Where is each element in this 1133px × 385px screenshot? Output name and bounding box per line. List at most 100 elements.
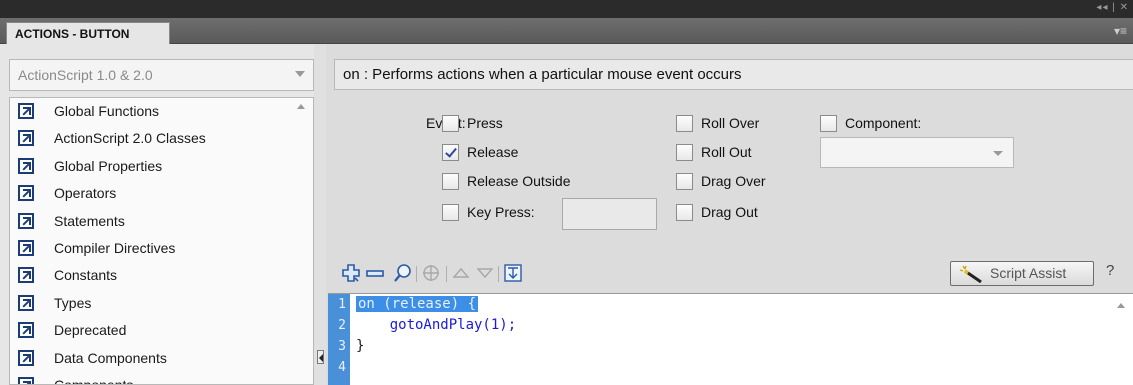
- tree-item-compiler-directives[interactable]: Compiler Directives: [10, 235, 313, 262]
- line-number: 2: [338, 318, 346, 333]
- tree-item-types[interactable]: Types: [10, 290, 313, 317]
- checkbox-label: Key Press:: [467, 204, 535, 220]
- book-icon: [18, 103, 34, 119]
- script-pane: on : Performs actions when a particular …: [326, 44, 1133, 385]
- checkbox-box[interactable]: [442, 115, 459, 132]
- move-down-icon[interactable]: [474, 262, 496, 284]
- checkbox-label: Release: [467, 144, 519, 160]
- tree-item-as2-classes[interactable]: ActionScript 2.0 Classes: [10, 125, 313, 152]
- find-icon[interactable]: [392, 262, 414, 284]
- checkbox-box[interactable]: [820, 115, 837, 132]
- tree-item-label: Statements: [54, 212, 125, 229]
- tree-item-label: Components: [54, 376, 134, 385]
- tree-item-global-functions[interactable]: Global Functions: [10, 98, 313, 125]
- checkbox-label: Drag Over: [701, 173, 766, 189]
- chevron-down-icon: [993, 151, 1003, 156]
- panel-splitter[interactable]: [314, 44, 326, 385]
- magic-wand-icon: [959, 265, 983, 286]
- event-drag-out-checkbox[interactable]: Drag Out: [676, 203, 758, 223]
- event-release-outside-checkbox[interactable]: Release Outside: [442, 172, 571, 192]
- selected-code: on (release) {: [356, 296, 479, 312]
- code-line-selected[interactable]: on (release) {: [356, 294, 479, 315]
- book-icon: [18, 130, 34, 147]
- event-press-checkbox[interactable]: Press: [442, 114, 503, 134]
- tab-actions-button[interactable]: ACTIONS - BUTTON: [6, 22, 170, 44]
- remove-statement-icon[interactable]: [364, 262, 386, 284]
- move-up-icon[interactable]: [450, 262, 472, 284]
- tree-item-label: ActionScript 2.0 Classes: [54, 130, 206, 147]
- component-select[interactable]: [820, 137, 1014, 168]
- tree-item-deprecated[interactable]: Deprecated: [10, 317, 313, 344]
- scroll-up-icon[interactable]: [1117, 303, 1125, 308]
- checkbox-box[interactable]: [676, 115, 693, 132]
- book-icon: [18, 349, 34, 366]
- tree-item-data-components[interactable]: Data Components: [10, 345, 313, 372]
- checkbox-label: Press: [467, 115, 503, 131]
- tree-item-label: Constants: [54, 267, 118, 284]
- panel-tabstrip: ACTIONS - BUTTON ▾≡: [0, 18, 1133, 44]
- action-description: on : Performs actions when a particular …: [334, 59, 1133, 90]
- book-icon: [18, 185, 34, 202]
- checkbox-box-checked[interactable]: [442, 144, 459, 161]
- add-statement-icon[interactable]: [340, 262, 362, 284]
- line-number: 1: [338, 297, 346, 312]
- tree-item-global-properties[interactable]: Global Properties: [10, 153, 313, 180]
- actionscript-version-select[interactable]: ActionScript 1.0 & 2.0: [9, 59, 314, 91]
- event-roll-out-checkbox[interactable]: Roll Out: [676, 143, 752, 163]
- book-icon: [18, 239, 34, 256]
- book-icon: [18, 294, 34, 311]
- tree-item-label: Global Properties: [54, 157, 163, 174]
- book-icon: [18, 376, 34, 384]
- script-assist-button[interactable]: Script Assist: [950, 261, 1094, 286]
- book-icon: [18, 212, 34, 229]
- script-assist-label: Script Assist: [990, 265, 1067, 281]
- code-line[interactable]: }: [356, 336, 364, 357]
- checkbox-label: Release Outside: [467, 173, 571, 189]
- tree-item-label: Data Components: [54, 349, 167, 366]
- tree-item-operators[interactable]: Operators: [10, 180, 313, 207]
- version-select-value: ActionScript 1.0 & 2.0: [18, 67, 153, 83]
- event-release-checkbox[interactable]: Release: [442, 143, 518, 163]
- actions-toolbox: ActionScript 1.0 & 2.0 Global Functions …: [0, 44, 326, 385]
- checkbox-label: Component:: [845, 115, 922, 131]
- help-icon[interactable]: ?: [1106, 262, 1124, 280]
- code-editor[interactable]: 1 2 3 4 on (release) { gotoAndPlay(1); }: [328, 293, 1133, 385]
- line-number: 4: [338, 360, 346, 375]
- book-icon: [18, 322, 34, 339]
- toolbar-separator: [498, 266, 499, 282]
- tree-item-components[interactable]: Components: [10, 372, 313, 385]
- checkbox-box[interactable]: [676, 204, 693, 221]
- toolbar-separator: [416, 266, 417, 282]
- tree-item-constants[interactable]: Constants: [10, 262, 313, 289]
- tree-item-label: Operators: [54, 185, 117, 202]
- key-press-field[interactable]: [562, 198, 657, 230]
- line-number: 3: [338, 339, 346, 354]
- code-line[interactable]: gotoAndPlay(1);: [356, 315, 516, 336]
- event-component-checkbox[interactable]: Component:: [820, 114, 921, 134]
- book-icon: [18, 157, 34, 174]
- checkbox-label: Roll Out: [701, 144, 752, 160]
- toolbar-separator: [446, 266, 447, 282]
- checkbox-box[interactable]: [442, 173, 459, 190]
- book-icon: [18, 267, 34, 284]
- tree-item-label: Global Functions: [54, 103, 160, 119]
- window-titlebar: ◂◂ | ✕: [0, 0, 1133, 18]
- pin-script-icon[interactable]: [502, 262, 524, 284]
- checkbox-box[interactable]: [442, 204, 459, 221]
- window-controls[interactable]: ◂◂ | ✕: [1096, 2, 1129, 13]
- event-drag-over-checkbox[interactable]: Drag Over: [676, 172, 766, 192]
- checkbox-label: Roll Over: [701, 115, 760, 131]
- checkbox-label: Drag Out: [701, 204, 758, 220]
- tree-item-label: Types: [54, 294, 92, 311]
- tree-item-label: Compiler Directives: [54, 239, 176, 256]
- checkbox-box[interactable]: [676, 173, 693, 190]
- collapse-toolbox-handle[interactable]: [317, 350, 324, 364]
- checkbox-box[interactable]: [676, 144, 693, 161]
- event-roll-over-checkbox[interactable]: Roll Over: [676, 114, 759, 134]
- actions-tree[interactable]: Global Functions ActionScript 2.0 Classe…: [9, 97, 314, 385]
- chevron-down-icon: [295, 71, 305, 77]
- insert-target-path-icon[interactable]: [420, 262, 442, 284]
- tree-item-statements[interactable]: Statements: [10, 208, 313, 235]
- panel-menu-icon[interactable]: ▾≡: [1114, 24, 1127, 38]
- event-key-press-checkbox[interactable]: Key Press:: [442, 203, 535, 223]
